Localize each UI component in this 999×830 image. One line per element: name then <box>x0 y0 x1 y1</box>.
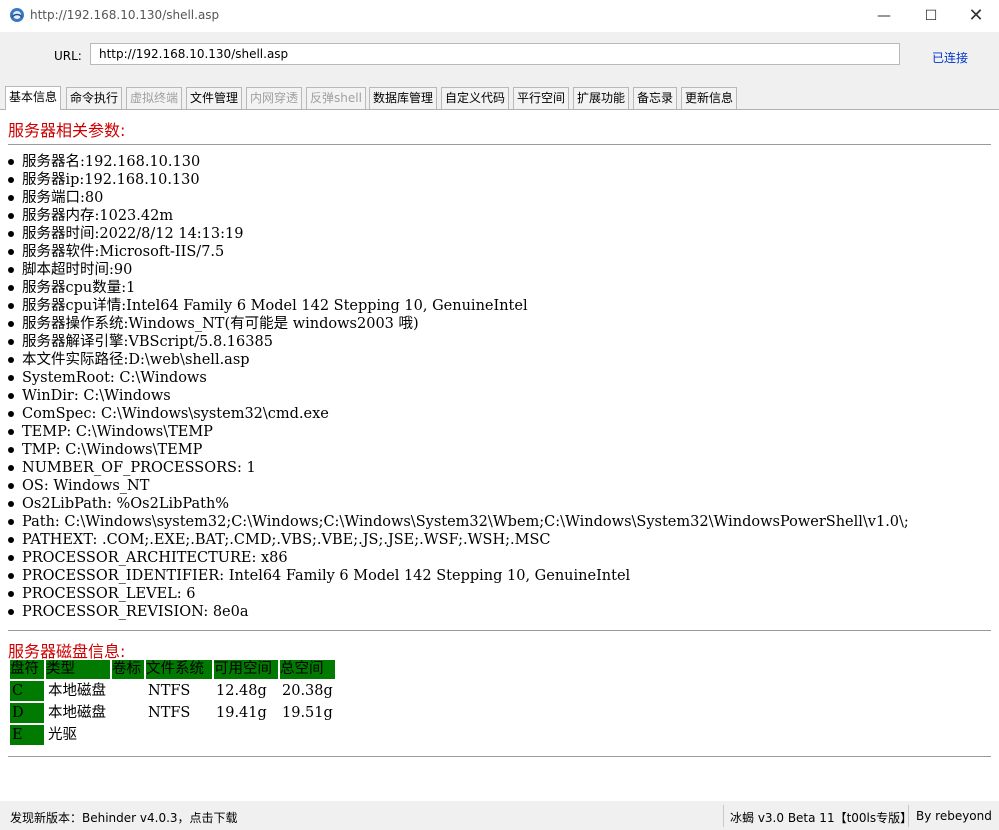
url-input[interactable] <box>90 43 900 65</box>
drive-type: 本地磁盘 <box>48 705 106 721</box>
tab-basic-info[interactable]: 基本信息 <box>5 86 62 110</box>
tab-custom-code[interactable]: 自定义代码 <box>441 87 510 109</box>
update-notice-link[interactable]: 发现新版本：Behinder v4.0.3，点击下载 <box>10 809 238 826</box>
column-header: 文件系统 <box>146 660 212 679</box>
version-label: 冰蝎 v3.0 Beta 11【t00ls专版】 <box>730 811 913 825</box>
list-item: PATHEXT: .COM;.EXE;.BAT;.CMD;.VBS;.VBE;.… <box>8 531 909 549</box>
drive-filesystem <box>146 725 212 745</box>
window-title: http://192.168.10.130/shell.asp <box>30 8 220 22</box>
drive-letter: D <box>10 703 44 723</box>
tab-command-exec[interactable]: 命令执行 <box>66 87 123 109</box>
list-item: SystemRoot: C:\Windows <box>8 369 909 387</box>
drive-filesystem: NTFS <box>148 683 191 699</box>
list-item: OS: Windows_NT <box>8 477 909 495</box>
list-item: 服务器ip:192.168.10.130 <box>8 171 909 189</box>
drive-free-space: 12.48g <box>216 683 267 699</box>
tab-memo[interactable]: 备忘录 <box>633 87 678 109</box>
list-item: PROCESSOR_IDENTIFIER: Intel64 Family 6 M… <box>8 567 909 585</box>
drive-letter: E <box>10 725 44 745</box>
column-header: 类型 <box>46 660 110 679</box>
list-item: 服务器解译引擎:VBScript/5.8.16385 <box>8 333 909 351</box>
url-label: URL: <box>54 49 82 63</box>
drive-total-space: 19.51g <box>282 705 333 721</box>
basic-info-panel: 服务器相关参数: 服务器名:192.168.10.130 服务器ip:192.1… <box>0 110 999 800</box>
drive-total-space: 20.38g <box>282 683 333 699</box>
minimize-button[interactable]: — <box>861 0 907 32</box>
table-row: C 本地磁盘 NTFS 12.48g 20.38g <box>10 681 335 701</box>
list-item: 服务器操作系统:Windows_NT(有可能是 windows2003 哦) <box>8 315 909 333</box>
tab-file-manager[interactable]: 文件管理 <box>186 87 243 109</box>
maximize-button[interactable]: ☐ <box>908 0 954 32</box>
server-params-title: 服务器相关参数: <box>8 121 126 140</box>
list-item: ComSpec: C:\Windows\system32\cmd.exe <box>8 405 909 423</box>
tab-virtual-terminal[interactable]: 虚拟终端 <box>126 87 183 109</box>
drive-total-space <box>280 725 335 745</box>
disk-table: 盘符 类型 卷标 文件系统 可用空间 总空间 C 本地磁盘 NTFS 12.48… <box>8 658 337 747</box>
drive-letter: C <box>10 681 44 701</box>
list-item: 服务器时间:2022/8/12 14:13:19 <box>8 225 909 243</box>
list-item: 服务器名:192.168.10.130 <box>8 153 909 171</box>
list-item: 服务器软件:Microsoft-IIS/7.5 <box>8 243 909 261</box>
tab-update-info[interactable]: 更新信息 <box>681 87 738 109</box>
drive-type: 光驱 <box>48 727 77 743</box>
list-item: 本文件实际路径:D:\web\shell.asp <box>8 351 909 369</box>
list-item: PROCESSOR_ARCHITECTURE: x86 <box>8 549 909 567</box>
tab-extensions[interactable]: 扩展功能 <box>573 87 630 109</box>
tab-reverse-shell[interactable]: 反弹shell <box>306 87 366 109</box>
tab-database-manager[interactable]: 数据库管理 <box>369 87 438 109</box>
tab-strip: 基本信息 命令执行 虚拟终端 文件管理 内网穿透 反弹shell 数据库管理 自… <box>0 82 999 110</box>
drive-free-space: 19.41g <box>216 705 267 721</box>
tab-parallel-space[interactable]: 平行空间 <box>513 87 570 109</box>
app-logo-icon <box>10 8 24 22</box>
column-header: 卷标 <box>112 660 144 679</box>
server-params-list: 服务器名:192.168.10.130 服务器ip:192.168.10.130… <box>8 153 909 621</box>
divider <box>8 630 991 631</box>
column-header: 可用空间 <box>214 660 278 679</box>
divider <box>8 144 991 145</box>
author-label: By rebeyond <box>916 809 992 823</box>
status-separator <box>908 805 909 827</box>
list-item: Os2LibPath: %Os2LibPath% <box>8 495 909 513</box>
table-header-row: 盘符 类型 卷标 文件系统 可用空间 总空间 <box>10 660 335 679</box>
list-item: Path: C:\Windows\system32;C:\Windows;C:\… <box>8 513 909 531</box>
list-item: 服务器内存:1023.42m <box>8 207 909 225</box>
close-button[interactable]: ✕ <box>953 0 999 32</box>
table-row: D 本地磁盘 NTFS 19.41g 19.51g <box>10 703 335 723</box>
divider <box>8 756 991 757</box>
drive-label <box>112 681 144 701</box>
list-item: WinDir: C:\Windows <box>8 387 909 405</box>
url-bar: URL: 已连接 <box>0 32 999 82</box>
drive-label <box>112 703 144 723</box>
column-header: 总空间 <box>280 660 335 679</box>
tab-tunnel[interactable]: 内网穿透 <box>246 87 303 109</box>
table-row: E 光驱 <box>10 725 335 745</box>
list-item: PROCESSOR_REVISION: 8e0a <box>8 603 909 621</box>
drive-type: 本地磁盘 <box>48 683 106 699</box>
list-item: TMP: C:\Windows\TEMP <box>8 441 909 459</box>
list-item: NUMBER_OF_PROCESSORS: 1 <box>8 459 909 477</box>
list-item: 脚本超时时间:90 <box>8 261 909 279</box>
status-bar: 发现新版本：Behinder v4.0.3，点击下载 冰蝎 v3.0 Beta … <box>0 801 999 830</box>
list-item: TEMP: C:\Windows\TEMP <box>8 423 909 441</box>
list-item: PROCESSOR_LEVEL: 6 <box>8 585 909 603</box>
drive-label <box>112 725 144 745</box>
column-header: 盘符 <box>10 660 44 679</box>
title-bar: http://192.168.10.130/shell.asp — ☐ ✕ <box>0 0 999 32</box>
list-item: 服务器cpu详情:Intel64 Family 6 Model 142 Step… <box>8 297 909 315</box>
status-separator <box>723 805 724 827</box>
drive-filesystem: NTFS <box>148 705 191 721</box>
list-item: 服务器cpu数量:1 <box>8 279 909 297</box>
drive-free-space <box>214 725 278 745</box>
list-item: 服务端口:80 <box>8 189 909 207</box>
connection-status[interactable]: 已连接 <box>932 49 968 66</box>
